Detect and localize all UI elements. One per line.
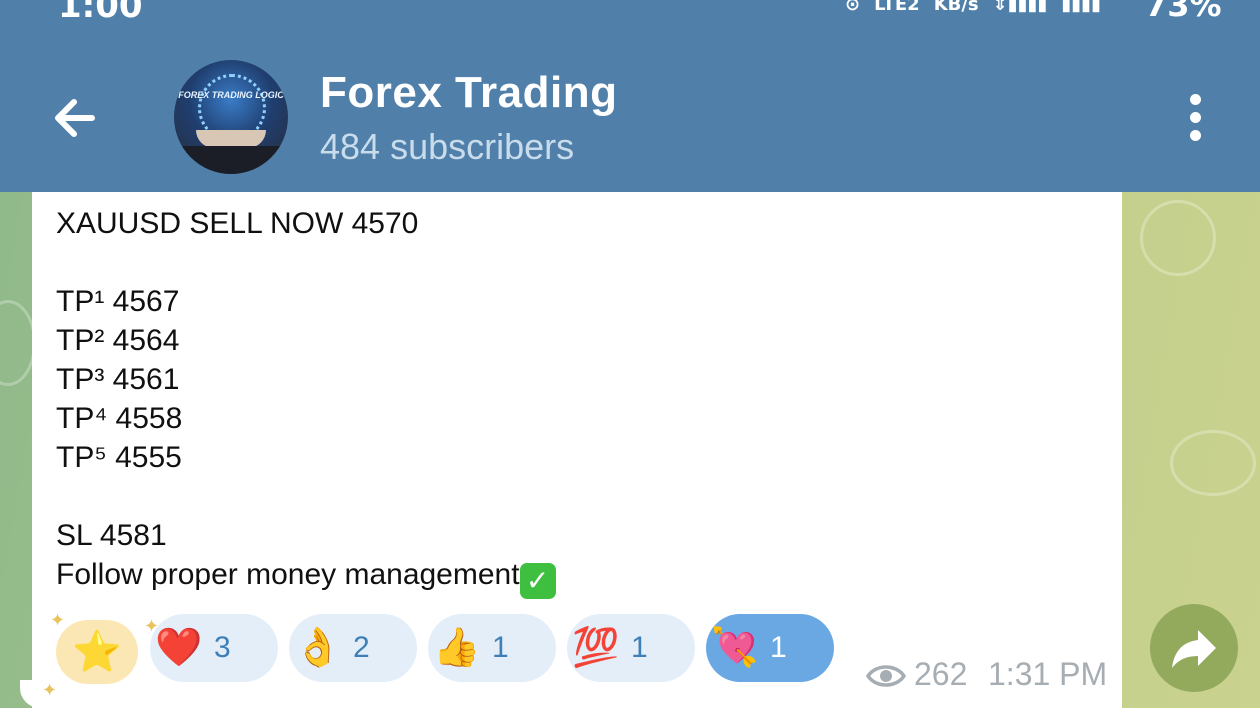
message-line: TP⁴ 4558 <box>56 402 183 435</box>
message-line: SL 4581 <box>56 519 167 552</box>
view-count: 262 <box>914 656 968 692</box>
wallpaper-doodle <box>1170 430 1256 496</box>
channel-header: FOREX TRADING LOGIC Forex Trading 484 su… <box>0 20 1260 192</box>
reaction-hundred[interactable]: 💯 1 <box>567 614 695 682</box>
sparkle-icon: ✦ <box>42 680 58 700</box>
signal-icon-2: ▮▮▮▮ <box>1061 0 1101 15</box>
reaction-count: 2 <box>353 631 370 664</box>
message-text: Follow proper money management <box>56 558 520 591</box>
message-line: TP¹ 4567 <box>56 285 180 318</box>
reaction-count: 1 <box>631 631 648 664</box>
wallpaper-doodle <box>0 300 36 386</box>
avatar-crowd <box>174 146 288 174</box>
share-arrow-icon <box>1172 630 1216 668</box>
message-line: XAUUSD SELL NOW 4570 <box>56 207 419 240</box>
reaction-count: 1 <box>492 631 509 664</box>
reaction-count: 3 <box>214 631 231 664</box>
battery-level: 73% <box>1145 0 1222 20</box>
signal-icon: ⇕▮▮▮▮ <box>992 0 1048 15</box>
bubble-tail <box>20 680 40 708</box>
reaction-count: 1 <box>770 631 787 664</box>
network-label: LTE2 <box>874 0 920 15</box>
share-button[interactable] <box>1150 604 1238 692</box>
message-line: TP³ 4561 <box>56 363 180 396</box>
alarm-icon: ⊙ <box>845 0 861 15</box>
thumbs-up-icon: 👍 <box>433 627 481 669</box>
channel-avatar[interactable]: FOREX TRADING LOGIC <box>174 60 288 174</box>
message-line: TP⁵ 4555 <box>56 441 182 474</box>
hundred-icon: 💯 <box>572 627 620 669</box>
status-bar: 1:00 ⊙ LTE2 KB/s ⇕▮▮▮▮ ▮▮▮▮ 73% <box>0 0 1260 20</box>
menu-dot <box>1189 130 1201 141</box>
menu-dot <box>1189 112 1201 123</box>
reaction-heart[interactable]: ❤️ 3 <box>150 614 278 682</box>
menu-dot <box>1189 94 1201 105</box>
reaction-heart-arrow[interactable]: 💘 1 <box>706 614 834 682</box>
subscriber-count: 484 subscribers <box>320 126 575 167</box>
ok-hand-icon: 👌 <box>294 627 342 669</box>
message-line-last: Follow proper money management ✓ <box>56 558 556 599</box>
check-mark-icon: ✓ <box>519 563 556 599</box>
reaction-thumbs-up[interactable]: 👍 1 <box>428 614 556 682</box>
eye-icon <box>866 665 906 687</box>
status-time: 1:00 <box>58 0 143 20</box>
message-line: TP² 4564 <box>56 324 180 357</box>
star-icon: ⭐ <box>72 630 122 674</box>
back-arrow-icon[interactable] <box>48 92 100 144</box>
avatar-logo-text: FOREX TRADING LOGIC <box>178 90 284 100</box>
speed-unit: KB/s <box>933 0 979 15</box>
more-options-icon[interactable] <box>1180 94 1210 144</box>
heart-with-arrow-icon: 💘 <box>711 627 759 669</box>
channel-title[interactable]: Forex Trading <box>320 68 617 118</box>
status-icons: ⊙ LTE2 KB/s ⇕▮▮▮▮ ▮▮▮▮ <box>845 0 1101 15</box>
reaction-ok-hand[interactable]: 👌 2 <box>289 614 417 682</box>
message-time: 1:31 PM <box>988 656 1108 692</box>
sparkle-icon: ✦ <box>50 610 66 630</box>
star-reaction-button[interactable]: ⭐ <box>56 620 138 684</box>
wallpaper-doodle <box>1140 200 1216 276</box>
heart-icon: ❤️ <box>155 627 203 669</box>
